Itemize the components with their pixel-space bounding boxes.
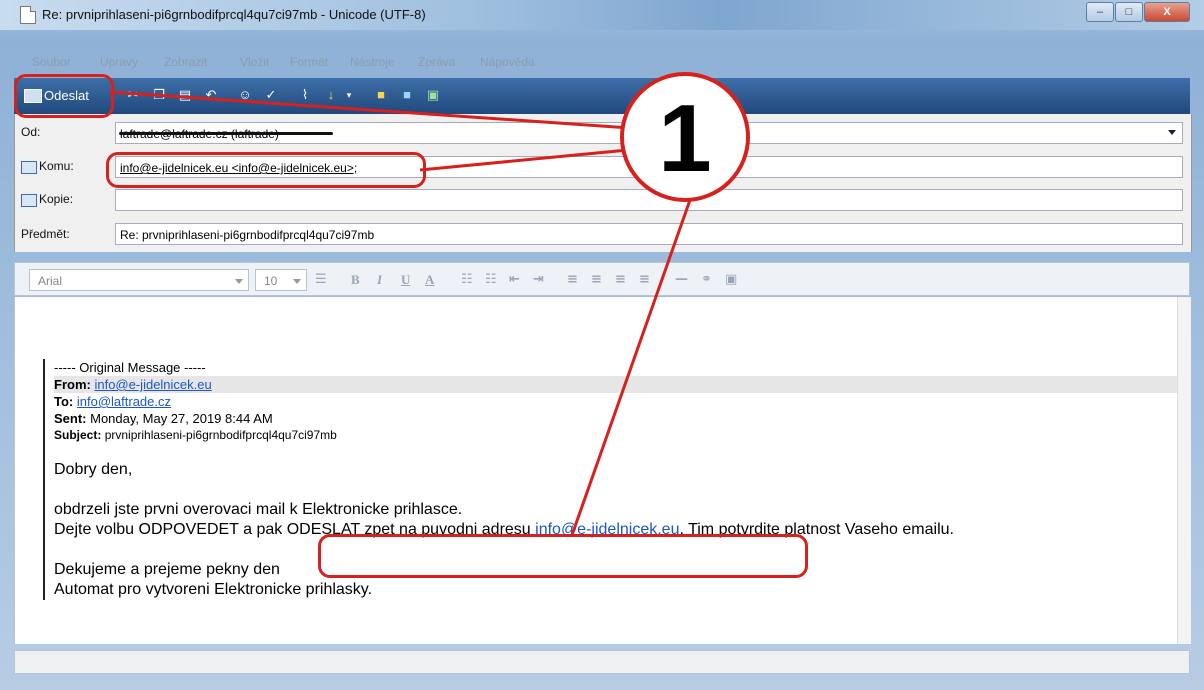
annotation-step-badge: 1: [620, 72, 750, 202]
annotation-line-to-body: [570, 199, 692, 536]
annotation-ring-body: [318, 534, 808, 578]
annotation-ring-recipient: [106, 152, 426, 188]
annotation-line-to-recipient: [419, 148, 629, 172]
annotation-line-to-send: [109, 90, 631, 130]
annotation-lines: [109, 90, 692, 536]
annotation-step-number: 1: [658, 85, 712, 192]
annotation-ring-send: [14, 74, 114, 118]
